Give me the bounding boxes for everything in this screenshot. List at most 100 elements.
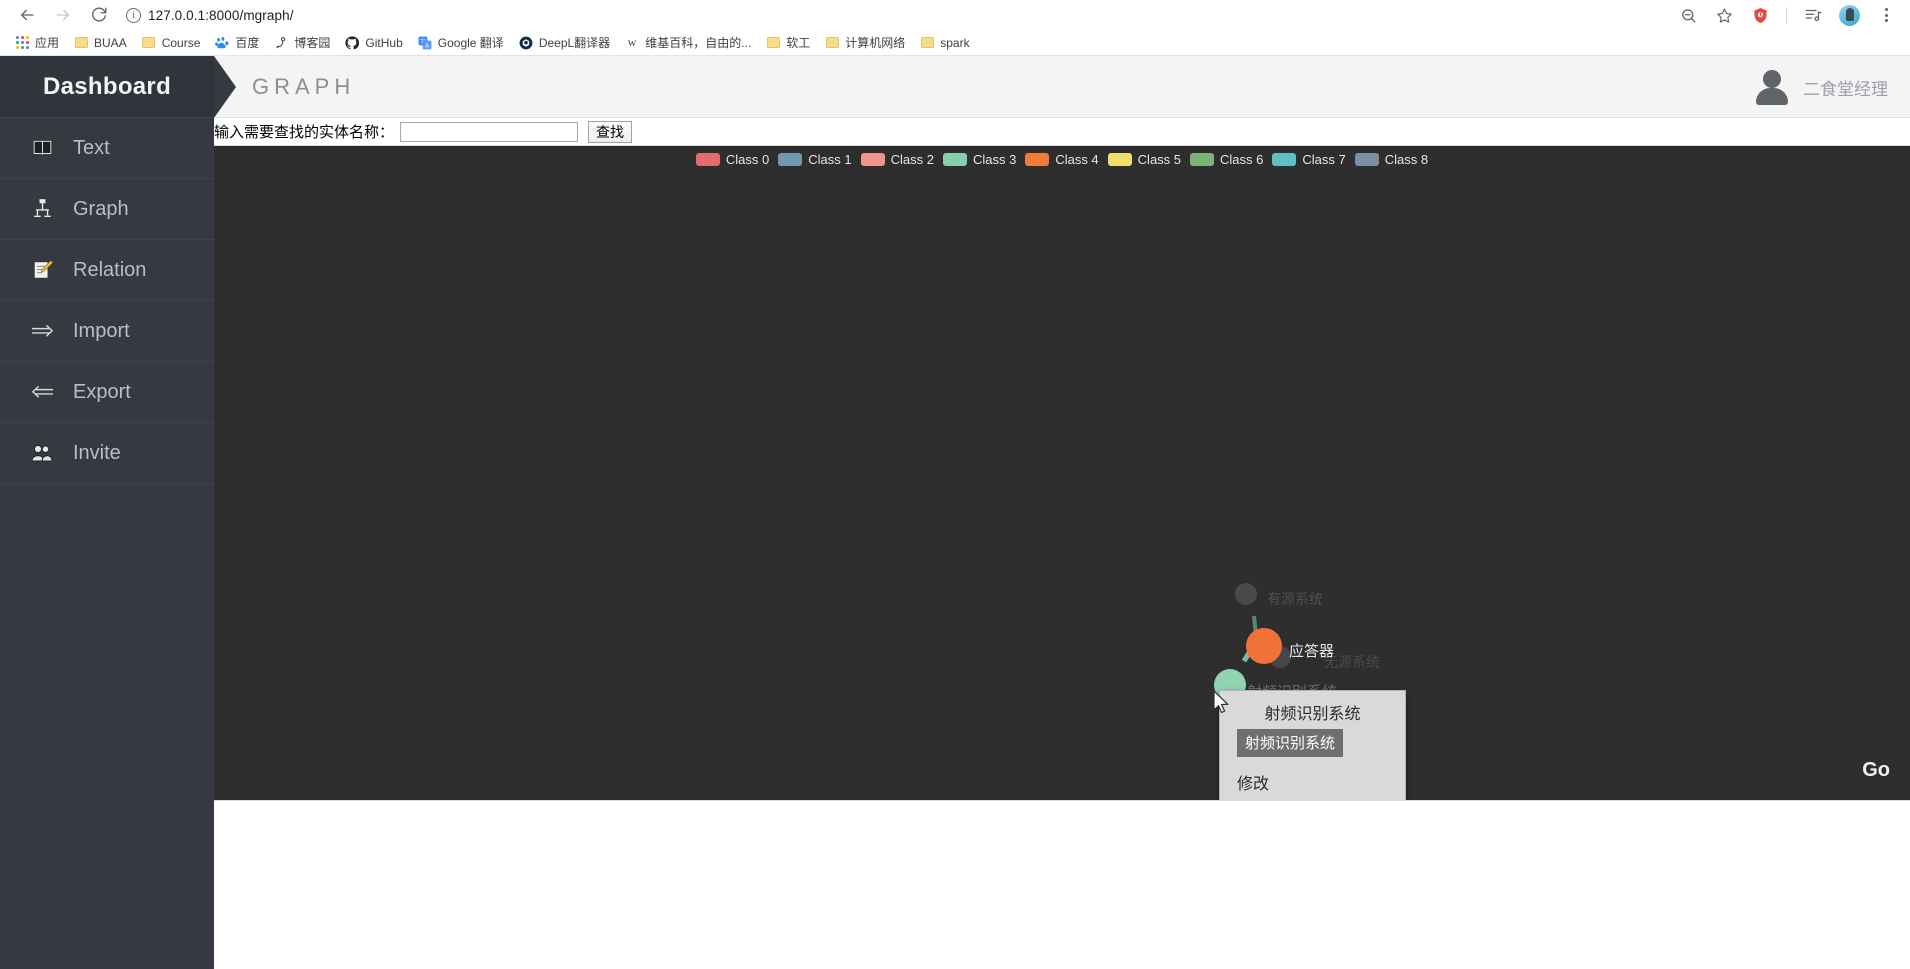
- bookmark-deepl[interactable]: DeepL翻译器: [512, 32, 617, 53]
- sidebar-item-text[interactable]: Text: [0, 117, 214, 179]
- user-name: 二食堂经理: [1803, 79, 1888, 99]
- sidebar-item-graph[interactable]: Graph: [0, 178, 214, 240]
- baidu-icon: [215, 36, 229, 50]
- context-menu-badge: 射频识别系统: [1237, 729, 1344, 757]
- cnblogs-icon: [274, 36, 288, 50]
- graph-node-label: 应答器: [1289, 643, 1335, 660]
- bookmark-label: DeepL翻译器: [538, 36, 611, 50]
- bookmark-computer-network[interactable]: 计算机网络: [818, 32, 912, 53]
- bookmark-label: 博客园: [294, 36, 331, 50]
- context-menu-edit[interactable]: 修改: [1220, 761, 1405, 796]
- bookmark-label: GitHub: [365, 35, 403, 50]
- bookmark-ruangong[interactable]: 软工: [759, 32, 817, 53]
- sidebar: Dashboard Text Graph Relation Import Exp…: [0, 56, 214, 969]
- bookmarks-bar: 应用 BUAA Course 百度 博客园 GitHub A Google 翻译…: [0, 30, 1910, 56]
- deepl-icon: [519, 36, 533, 50]
- navigation-buttons: [10, 4, 110, 26]
- bookmark-wikipedia[interactable]: W 维基百科，自由的...: [618, 32, 758, 53]
- bookmark-label: 应用: [35, 36, 60, 50]
- sidebar-empty-area: [0, 484, 214, 969]
- bookmark-course[interactable]: Course: [135, 34, 208, 52]
- search-label: 输入需要查找的实体名称：: [214, 123, 395, 141]
- browser-toolbar: i 127.0.0.1:8000/mgraph/: [0, 0, 1910, 30]
- sidebar-item-invite[interactable]: Invite: [0, 422, 214, 484]
- bookmark-label: BUAA: [94, 35, 127, 50]
- users-icon: [29, 440, 55, 466]
- folder-icon: [142, 36, 156, 50]
- apps-grid-icon: [15, 36, 29, 50]
- book-icon: [29, 135, 55, 161]
- address-bar[interactable]: i 127.0.0.1:8000/mgraph/: [126, 3, 1678, 27]
- folder-icon: [825, 36, 839, 50]
- context-menu-title: 射频识别系统: [1264, 706, 1361, 723]
- bookmark-spark[interactable]: spark: [913, 34, 976, 52]
- sidebar-brand[interactable]: Dashboard: [0, 56, 214, 118]
- context-menu-source: 来源：二食堂经理: [1220, 796, 1405, 800]
- chrome-menu-icon[interactable]: [1876, 5, 1896, 25]
- bookmark-buaa[interactable]: BUAA: [67, 34, 134, 52]
- sidebar-item-label: Relation: [73, 258, 147, 281]
- url-text: 127.0.0.1:8000/mgraph/: [148, 7, 294, 23]
- bookmark-apps[interactable]: 应用: [8, 32, 66, 53]
- graph-node-youyuan[interactable]: [1235, 583, 1257, 605]
- folder-icon: [766, 36, 780, 50]
- bookmark-google-translate[interactable]: 文A Google 翻译: [411, 32, 511, 53]
- shield-extension-icon[interactable]: [1750, 5, 1770, 25]
- svg-text:W: W: [628, 37, 637, 47]
- reading-list-icon[interactable]: [1803, 5, 1823, 25]
- arrow-left-icon: [29, 379, 55, 405]
- browser-chrome: i 127.0.0.1:8000/mgraph/ 应用 BUAA Course …: [0, 0, 1910, 56]
- node-context-menu[interactable]: 射频识别系统 射频识别系统 修改 来源：二食堂经理: [1219, 690, 1406, 800]
- page-header: GRAPH 二食堂经理: [214, 56, 1910, 118]
- zoom-out-icon[interactable]: [1678, 5, 1698, 25]
- sidebar-item-label: Text: [73, 136, 110, 159]
- graph-node-icon: [29, 196, 55, 222]
- user-box[interactable]: 二食堂经理: [1753, 56, 1888, 118]
- arrow-right-icon: [29, 318, 55, 344]
- sidebar-item-label: Export: [73, 380, 131, 403]
- bookmark-github[interactable]: GitHub: [338, 34, 409, 52]
- github-icon: [345, 35, 360, 50]
- folder-icon: [74, 36, 88, 50]
- entity-search-bar: 输入需要查找的实体名称： 查找: [214, 118, 1910, 146]
- sidebar-item-relation[interactable]: Relation: [0, 239, 214, 301]
- search-input[interactable]: [400, 121, 579, 142]
- bookmark-label: 软工: [786, 36, 811, 50]
- bookmark-baidu[interactable]: 百度: [208, 32, 266, 53]
- graph-edges: [1241, 615, 1267, 663]
- google-translate-icon: 文A: [418, 36, 432, 50]
- info-circle-icon[interactable]: i: [126, 7, 141, 23]
- forward-arrow-icon[interactable]: [52, 4, 74, 26]
- context-menu-badge-wrap: 射频识别系统: [1220, 729, 1405, 761]
- footer-blank-area: [214, 800, 1910, 969]
- reload-icon[interactable]: [88, 4, 110, 26]
- bookmark-label: Course: [161, 35, 201, 50]
- graph-node-label: 有源系统: [1267, 591, 1323, 607]
- graph-canvas[interactable]: Class 0 Class 1 Class 2 Class 3 Class 4: [214, 146, 1910, 800]
- application-root: Dashboard Text Graph Relation Import Exp…: [0, 56, 1910, 969]
- bookmark-cnblogs[interactable]: 博客园: [267, 32, 337, 53]
- bookmark-label: spark: [940, 35, 970, 50]
- folder-icon: [920, 36, 934, 50]
- sidebar-item-export[interactable]: Export: [0, 361, 214, 423]
- header-arrow-marker: [214, 56, 236, 118]
- profile-avatar[interactable]: [1839, 4, 1860, 26]
- bookmark-label: 百度: [235, 36, 260, 50]
- back-arrow-icon[interactable]: [16, 4, 38, 26]
- note-pencil-icon: [29, 257, 55, 283]
- search-button[interactable]: 查找: [588, 120, 633, 143]
- main-content: GRAPH 二食堂经理 输入需要查找的实体名称： 查找 Class 0 Clas…: [214, 56, 1910, 969]
- bookmark-star-icon[interactable]: [1714, 5, 1734, 25]
- sidebar-item-label: Invite: [73, 441, 121, 464]
- sidebar-item-import[interactable]: Import: [0, 300, 214, 362]
- bookmark-label: Google 翻译: [437, 36, 504, 50]
- toolbar-divider: [1786, 6, 1787, 24]
- graph-node-yingdaqi[interactable]: [1246, 628, 1282, 664]
- wikipedia-icon: W: [625, 36, 639, 50]
- user-avatar-icon: [1753, 68, 1791, 106]
- go-label[interactable]: Go: [1862, 759, 1890, 782]
- sidebar-item-label: Graph: [73, 197, 129, 220]
- sidebar-item-label: Import: [73, 319, 130, 342]
- bookmark-label: 维基百科，自由的...: [645, 36, 752, 50]
- bookmark-label: 计算机网络: [845, 36, 906, 50]
